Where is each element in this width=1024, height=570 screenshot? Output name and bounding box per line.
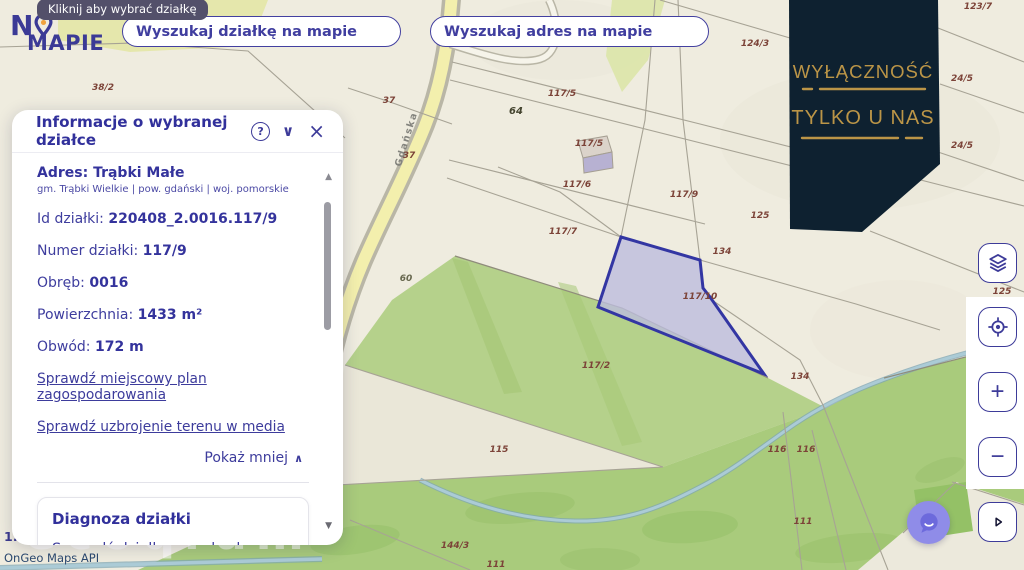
parcel-label: 38/2 [92,83,114,93]
close-panel-icon[interactable]: × [308,119,325,143]
parcel-info-panel: Informacje o wybranej działce ? ∨ × Adre… [12,110,343,545]
parcel-label: 37 [383,96,396,106]
collapse-panel-icon[interactable]: ∨ [282,122,294,140]
panel-body: Adres: Trąbki Małe gm. Trąbki Wielkie | … [12,153,343,545]
panel-divider [37,482,309,483]
diagnosis-card[interactable]: Diagnoza działki Sprawdź działkę przed z… [37,497,309,545]
parcel-label: 64 [509,106,523,117]
panel-scrollbar-thumb[interactable] [324,202,331,330]
field-parcel-number: Numer działki: 117/9 [37,243,309,259]
scroll-up-icon[interactable]: ▲ [325,172,332,182]
expand-arrow-button[interactable] [978,502,1017,542]
diagnosis-text: Sprawdź działkę przed zakupem. Pobierz [52,541,294,545]
parcel-label: 117/5 [548,89,576,99]
parcel-label: 124/3 [741,39,769,49]
parcel-label: 117/7 [549,227,578,237]
parcel-label: 123/7 [964,2,993,12]
parcel-label: 117/6 [563,180,591,190]
parcel-label: 144/3 [441,541,469,551]
locate-icon [987,316,1009,338]
parcel-label: 116 [797,445,816,455]
link-utilities[interactable]: Sprawdź uzbrojenie terenu w media [37,419,309,435]
banner-line1: WYŁĄCZNOŚĆ [793,61,934,82]
parcel-label: 60 [400,274,413,284]
field-perimeter: Obwód: 172 m [37,339,309,355]
parcel-label: 125 [751,211,770,221]
zoom-in-button[interactable]: + [978,372,1017,412]
diagnosis-title: Diagnoza działki [52,510,294,528]
scroll-down-icon[interactable]: ▼ [325,521,332,531]
layers-icon [987,252,1009,274]
play-arrow-icon [989,513,1007,531]
address-value: Trąbki Małe [93,165,184,181]
logo-text-mapie: MAPIE [27,33,104,54]
link-zoning-plan[interactable]: Sprawdź miejscowy plan zagospodarowania [37,371,309,403]
parcel-address: Adres: Trąbki Małe [37,165,309,181]
parcel-label: 37 [403,151,416,161]
search-parcel-button[interactable]: Wyszukaj działkę na mapie [122,16,401,47]
parcel-label: 125 [993,287,1012,297]
field-parcel-id: Id działki: 220408_2.0016.117/9 [37,211,309,227]
chevron-up-icon: ∧ [294,452,303,465]
chat-icon [916,510,942,536]
help-icon[interactable]: ? [251,122,270,141]
minus-icon: − [990,445,1004,469]
parcel-label: 134 [791,372,810,382]
parcel-address-sub: gm. Trąbki Wielkie | pow. gdański | woj.… [37,184,309,195]
zoom-out-button[interactable]: − [978,437,1017,477]
map-attribution: OnGeo Maps API [4,551,99,565]
parcel-label: 116 [768,445,787,455]
parcel-label: 134 [713,247,732,257]
field-precinct: Obręb: 0016 [37,275,309,291]
plus-icon: + [990,380,1004,404]
panel-header: Informacje o wybranej działce ? ∨ × [12,110,343,153]
parcel-label: 117/2 [582,361,610,371]
layers-button[interactable] [978,243,1017,283]
parcel-label: 111 [794,517,813,527]
show-less-button[interactable]: Pokaż mniej∧ [37,450,309,466]
field-area: Powierzchnia: 1433 m² [37,307,309,323]
parcel-label: 24/5 [951,141,973,151]
banner-line2: TYLKO U NAS [791,107,934,129]
parcel-label: 115 [490,445,509,455]
panel-title: Informacje o wybranej działce [36,113,251,149]
exclusive-banner[interactable]: WYŁĄCZNOŚĆ TYLKO U NAS [780,0,945,240]
map-tooltip: Kliknij aby wybrać działkę [37,0,208,20]
parcel-label: 111 [487,560,506,570]
app-root: Gdańska 38/2373764117/5117/5117/6117/711… [0,0,1024,570]
chat-button[interactable] [907,501,950,544]
address-label: Adres: [37,165,88,181]
search-address-button[interactable]: Wyszukaj adres na mapie [430,16,709,47]
parcel-label: 117/5 [575,139,603,149]
parcel-label: 24/5 [951,74,973,84]
parcel-label: 117/10 [683,292,718,302]
parcel-label: 117/9 [670,190,698,200]
locate-button[interactable] [978,307,1017,347]
